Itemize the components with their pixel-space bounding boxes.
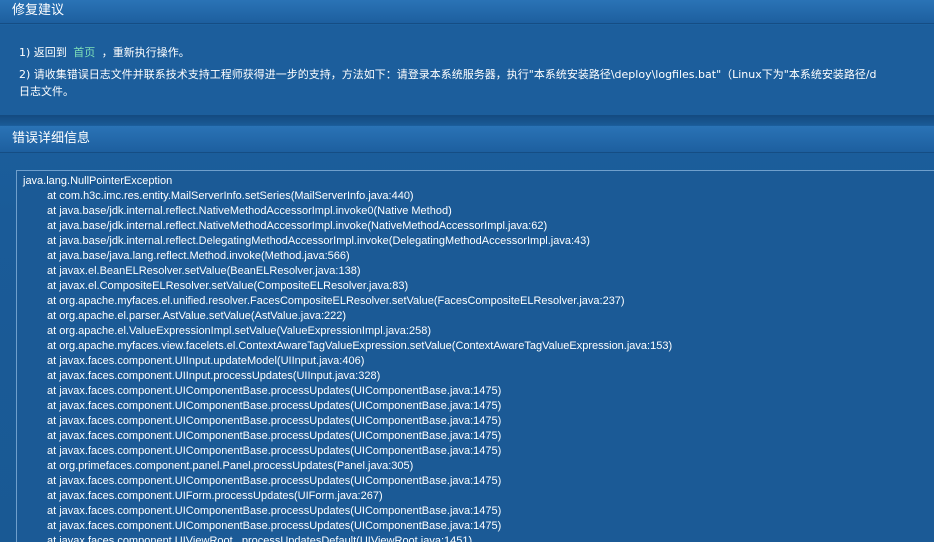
stack-frame: at javax.faces.component.UIViewRoot._pro… [47, 535, 473, 542]
stack-frame: at javax.faces.component.UIComponentBase… [47, 385, 502, 397]
stack-frame: at javax.faces.component.UIComponentBase… [47, 430, 502, 442]
stack-frame: at java.base/jdk.internal.reflect.Delega… [47, 235, 590, 247]
details-header: 错误详细信息 [0, 126, 934, 153]
stack-frame: at com.h3c.imc.res.entity.MailServerInfo… [47, 190, 414, 202]
suggestion-item-1-suffix: ，重新执行操作。 [101, 46, 190, 59]
suggestion-panel: 1) 返回到 首页 ，重新执行操作。 2) 请收集错误日志文件并联系技术支持工程… [0, 25, 934, 115]
stack-frame: at javax.faces.component.UIComponentBase… [47, 520, 502, 532]
stack-frame: at javax.faces.component.UIInput.updateM… [47, 355, 365, 367]
error-page: 修复建议 1) 返回到 首页 ，重新执行操作。 2) 请收集错误日志文件并联系技… [0, 0, 934, 542]
stack-frame: at javax.faces.component.UIComponentBase… [47, 415, 502, 427]
suggestion-item-2-continued: 日志文件。 [19, 85, 74, 98]
exception-line: java.lang.NullPointerException [23, 175, 173, 187]
section-divider [0, 115, 934, 125]
stack-frame: at javax.faces.component.UIComponentBase… [47, 505, 502, 517]
stack-frame: at org.apache.el.ValueExpressionImpl.set… [47, 325, 431, 337]
suggestion-item-1-prefix: 1) 返回到 [19, 46, 67, 59]
stack-frame: at javax.el.BeanELResolver.setValue(Bean… [47, 265, 361, 277]
stack-frame: at javax.faces.component.UIForm.processU… [47, 490, 383, 502]
stack-frame: at javax.faces.component.UIComponentBase… [47, 475, 502, 487]
stack-frame: at java.base/java.lang.reflect.Method.in… [47, 250, 350, 262]
stack-trace: java.lang.NullPointerException at com.h3… [23, 174, 672, 542]
stack-trace-box[interactable]: java.lang.NullPointerException at com.h3… [16, 170, 934, 542]
suggestion-title: 修复建议 [12, 3, 65, 18]
stack-frame: at java.base/jdk.internal.reflect.Native… [47, 220, 548, 232]
stack-frame: at org.apache.myfaces.view.facelets.el.C… [47, 340, 673, 352]
suggestion-header: 修复建议 [0, 0, 934, 24]
stack-frame: at org.apache.myfaces.el.unified.resolve… [47, 295, 625, 307]
suggestion-item-2: 2) 请收集错误日志文件并联系技术支持工程师获得进一步的支持，方法如下：请登录本… [19, 68, 877, 81]
stack-frame: at javax.el.CompositeELResolver.setValue… [47, 280, 409, 292]
details-title: 错误详细信息 [12, 131, 91, 146]
stack-frame: at javax.faces.component.UIComponentBase… [47, 445, 502, 457]
home-link[interactable]: 首页 [73, 46, 95, 59]
suggestion-item-1: 1) 返回到 首页 ，重新执行操作。 [19, 44, 190, 60]
stack-frame: at javax.faces.component.UIComponentBase… [47, 400, 502, 412]
stack-frame: at java.base/jdk.internal.reflect.Native… [47, 205, 452, 217]
stack-frame: at org.primefaces.component.panel.Panel.… [47, 460, 414, 472]
stack-frame: at javax.faces.component.UIInput.process… [47, 370, 381, 382]
stack-frame: at org.apache.el.parser.AstValue.setValu… [47, 310, 347, 322]
